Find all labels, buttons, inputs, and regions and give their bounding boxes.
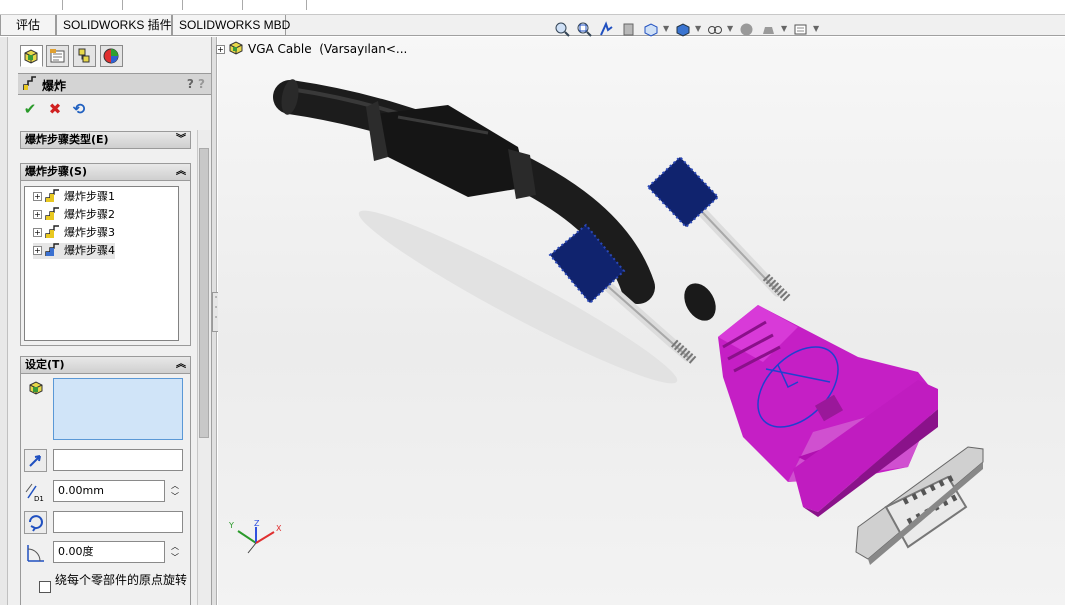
model-render bbox=[237, 79, 984, 565]
triad-z-label: Z bbox=[254, 519, 260, 528]
tab-solidworks-mbd[interactable]: SOLIDWORKS MBD bbox=[172, 15, 290, 36]
ok-check-icon[interactable]: ✔ bbox=[22, 101, 38, 117]
expand-plus-icon[interactable]: + bbox=[33, 246, 42, 255]
property-manager-title-bar: 爆炸 ? ? bbox=[18, 73, 211, 95]
display-manager-tab-icon[interactable] bbox=[100, 45, 123, 67]
explode-icon bbox=[23, 76, 36, 90]
help-icon[interactable]: ? ? bbox=[187, 77, 205, 91]
hide-show-items-icon[interactable] bbox=[706, 21, 723, 38]
command-tab-bar: 评估 SOLIDWORKS 插件 SOLIDWORKS MBD bbox=[0, 15, 1065, 36]
feature-manager-tab-icon[interactable] bbox=[20, 45, 43, 67]
angle-icon bbox=[24, 541, 47, 564]
previous-view-icon[interactable] bbox=[598, 21, 615, 38]
chevron-up-icon[interactable]: ︽ bbox=[176, 357, 186, 373]
apply-scene-icon[interactable] bbox=[760, 21, 777, 38]
explode-direction-icon[interactable] bbox=[24, 449, 47, 472]
group-settings-header[interactable]: 设定(T) ︽ bbox=[20, 356, 191, 374]
list-item[interactable]: + 爆炸步骤1 bbox=[33, 189, 115, 205]
model-tree-root[interactable]: + VGA Cable (Varsayılan<... bbox=[216, 41, 407, 56]
coordinate-triad bbox=[237, 527, 275, 554]
explode-step-icon bbox=[45, 225, 59, 238]
graphics-viewport[interactable]: Y Z X bbox=[218, 37, 1065, 605]
rotate-about-origin-label: 绕每个零部件的原点旋转 bbox=[55, 573, 188, 587]
connector-hood bbox=[718, 305, 938, 517]
rotate-about-origin-checkbox[interactable] bbox=[39, 581, 51, 593]
angle-stepper[interactable]: ︿ ﹀ bbox=[167, 541, 183, 563]
explode-steps-list[interactable]: + 爆炸步骤1 + 爆炸步骤2 + 爆炸步骤3 + 爆炸步骤4 bbox=[24, 186, 179, 341]
chevron-down-icon[interactable]: ▼ bbox=[781, 24, 787, 33]
chevron-up-icon[interactable]: ︽ bbox=[176, 164, 186, 180]
property-manager-title: 爆炸 bbox=[42, 79, 67, 93]
group-steps-label: 爆炸步骤(S) bbox=[25, 165, 87, 178]
cancel-x-icon[interactable]: ✖ bbox=[47, 101, 63, 117]
rotation-axis-icon[interactable] bbox=[24, 511, 47, 534]
distance-input[interactable]: 0.00mm bbox=[53, 480, 165, 502]
angle-input[interactable]: 0.00度 bbox=[53, 541, 165, 563]
group-step-type-header[interactable]: 爆炸步骤类型(E) ︾ bbox=[20, 131, 191, 149]
rotation-axis-field[interactable] bbox=[53, 511, 183, 533]
expand-plus-icon[interactable]: + bbox=[33, 192, 42, 201]
chevron-down-icon[interactable]: ︾ bbox=[176, 132, 186, 148]
list-item[interactable]: + 爆炸步骤3 bbox=[33, 225, 115, 241]
chevron-down-icon[interactable]: ▼ bbox=[813, 24, 819, 33]
zoom-to-fit-icon[interactable] bbox=[554, 21, 571, 38]
view-orientation-icon[interactable] bbox=[642, 21, 659, 38]
triad-x-label: X bbox=[276, 524, 282, 533]
property-manager-tab-icon[interactable] bbox=[46, 45, 69, 67]
expand-plus-icon[interactable]: + bbox=[33, 210, 42, 219]
explode-step-icon bbox=[45, 243, 59, 256]
explode-step-icon bbox=[45, 207, 59, 220]
configuration-manager-tab-icon[interactable] bbox=[73, 45, 96, 67]
component-select-icon bbox=[29, 381, 43, 395]
panel-left-edge bbox=[0, 37, 8, 605]
group-steps-header[interactable]: 爆炸步骤(S) ︽ bbox=[20, 163, 191, 181]
triad-y-label: Y bbox=[229, 521, 234, 530]
group-step-type-label: 爆炸步骤类型(E) bbox=[25, 133, 109, 146]
top-strip bbox=[0, 0, 1065, 15]
assembly-icon bbox=[229, 41, 243, 55]
chevron-down-icon[interactable]: ▼ bbox=[663, 24, 669, 33]
zoom-to-area-icon[interactable] bbox=[576, 21, 593, 38]
section-view-icon[interactable] bbox=[620, 21, 637, 38]
thumb-screw-upper bbox=[646, 155, 792, 303]
svg-text:D1: D1 bbox=[34, 495, 44, 503]
list-item[interactable]: + 爆炸步骤4 bbox=[33, 243, 115, 259]
component-selection-box[interactable] bbox=[53, 378, 183, 440]
chevron-down-icon[interactable]: ▼ bbox=[695, 24, 701, 33]
explode-direction-field[interactable] bbox=[53, 449, 183, 471]
view-settings-icon[interactable] bbox=[792, 21, 809, 38]
panel-scrollbar-thumb[interactable] bbox=[199, 148, 209, 438]
distance-stepper[interactable]: ︿ ﹀ bbox=[167, 480, 183, 502]
edit-appearance-icon[interactable] bbox=[738, 21, 755, 38]
explode-step-icon bbox=[45, 189, 59, 202]
list-item[interactable]: + 爆炸步骤2 bbox=[33, 207, 115, 223]
expand-plus-icon[interactable]: + bbox=[33, 228, 42, 237]
display-style-icon[interactable] bbox=[674, 21, 691, 38]
undo-icon[interactable]: ⟲ bbox=[71, 101, 87, 117]
distance-icon: D1 bbox=[24, 480, 47, 503]
expand-plus-icon[interactable]: + bbox=[216, 45, 225, 54]
tab-solidworks-addins[interactable]: SOLIDWORKS 插件 bbox=[56, 15, 172, 36]
tab-evaluate[interactable]: 评估 bbox=[0, 15, 56, 36]
group-settings-label: 设定(T) bbox=[25, 358, 65, 371]
chevron-down-icon[interactable]: ▼ bbox=[727, 24, 733, 33]
